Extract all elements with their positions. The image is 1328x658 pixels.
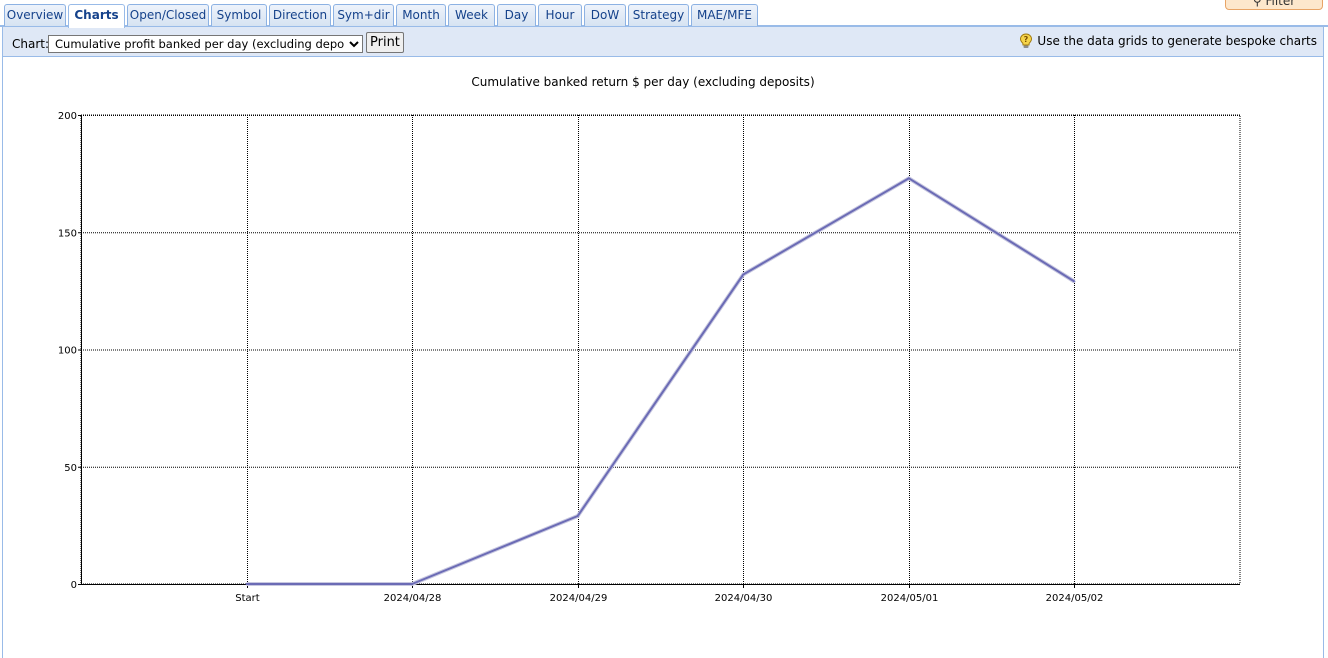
series-line bbox=[246, 177, 1075, 585]
tab-month[interactable]: Month bbox=[396, 4, 446, 26]
svg-text:?: ? bbox=[1024, 35, 1029, 44]
data-point bbox=[411, 583, 414, 585]
tab-direction[interactable]: Direction bbox=[269, 4, 331, 26]
x-tick-label: 2024/04/28 bbox=[384, 593, 442, 604]
plot-frame bbox=[80, 114, 1241, 585]
tab-mae-mfe[interactable]: MAE/MFE bbox=[691, 4, 758, 26]
y-tick-label: 50 bbox=[64, 463, 77, 474]
data-point bbox=[576, 515, 579, 517]
chart-select-label: Chart: bbox=[12, 37, 50, 51]
filter-icon: ⚲ bbox=[1252, 0, 1262, 8]
tab-open-closed[interactable]: Open/Closed bbox=[127, 4, 209, 26]
tab-day[interactable]: Day bbox=[497, 4, 536, 26]
tab-sym-dir[interactable]: Sym+dir bbox=[333, 4, 394, 26]
y-tick-label: 200 bbox=[58, 111, 77, 122]
tab-charts[interactable]: Charts bbox=[68, 4, 125, 28]
tab-symbol[interactable]: Symbol bbox=[211, 4, 267, 26]
y-tick-label: 150 bbox=[58, 228, 77, 239]
tab-hour[interactable]: Hour bbox=[538, 4, 582, 26]
x-tick-label: 2024/05/01 bbox=[881, 593, 939, 604]
cumulative-return-chart: Cumulative banked return $ per day (excl… bbox=[58, 75, 1241, 604]
chart-type-select[interactable]: Cumulative profit banked per day (exclud… bbox=[48, 35, 363, 53]
chart-title: Cumulative banked return $ per day (excl… bbox=[471, 75, 814, 89]
tab-bar: Overview Charts Open/Closed Symbol Direction… bbox=[0, 0, 1328, 28]
data-point bbox=[245, 583, 248, 585]
filter-button[interactable]: ⚲ Filter bbox=[1225, 0, 1323, 10]
bespoke-charts-hint: ? Use the data grids to generate bespoke… bbox=[1018, 33, 1317, 49]
y-tick-label: 0 bbox=[71, 580, 77, 591]
tab-overview[interactable]: Overview bbox=[4, 4, 66, 26]
y-tick-label: 100 bbox=[58, 346, 77, 357]
tab-dow[interactable]: DoW bbox=[584, 4, 626, 26]
x-tick-label: 2024/04/29 bbox=[550, 593, 608, 604]
print-button[interactable]: Print bbox=[366, 32, 404, 53]
hint-text: Use the data grids to generate bespoke c… bbox=[1037, 34, 1317, 48]
tab-strategy[interactable]: Strategy bbox=[628, 4, 689, 26]
data-point bbox=[1073, 280, 1076, 283]
data-point bbox=[742, 273, 745, 276]
x-tick-label: 2024/05/02 bbox=[1046, 593, 1104, 604]
chart-toolbar: Chart: Cumulative profit banked per day … bbox=[2, 27, 1324, 57]
x-tick-label: 2024/04/30 bbox=[715, 593, 773, 604]
series-line-shadow bbox=[246, 176, 1076, 586]
data-point bbox=[907, 177, 910, 180]
lightbulb-help-icon: ? bbox=[1020, 33, 1033, 48]
x-tick-label: Start bbox=[235, 593, 260, 604]
filter-label: Filter bbox=[1265, 0, 1296, 8]
tab-week[interactable]: Week bbox=[448, 4, 495, 26]
